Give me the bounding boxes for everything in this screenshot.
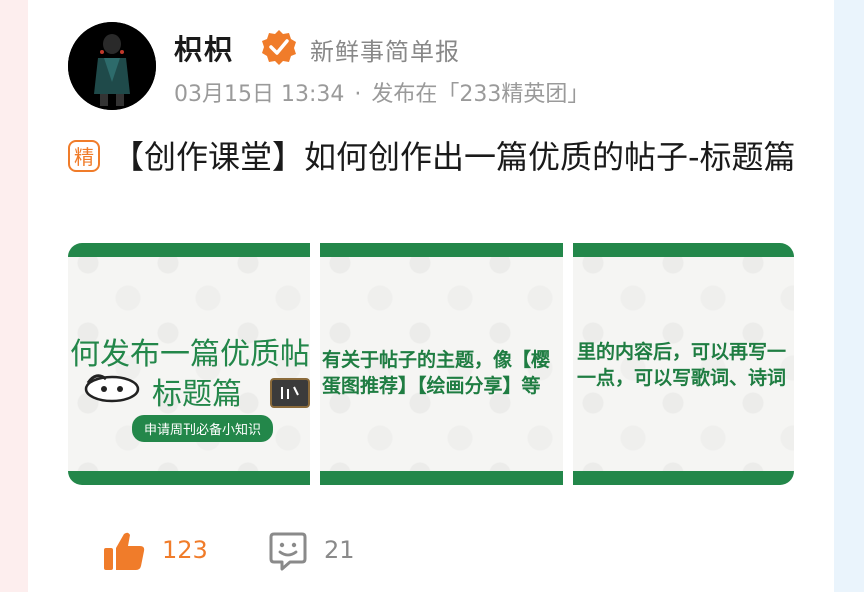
post-image-2[interactable]: 有关于帖子的主题，像【樱 蛋图推荐】【绘画分享】等 — [320, 243, 563, 485]
image-band-top — [573, 243, 794, 257]
meta-separator: · — [354, 82, 362, 107]
like-count[interactable]: 123 — [162, 536, 208, 564]
essence-badge: 精 — [68, 140, 100, 172]
image-1-pill: 申请周刊必备小知识 — [132, 415, 274, 442]
avatar-image — [68, 22, 156, 110]
image-band-bottom — [320, 471, 563, 485]
page: 枳枳 新鲜事简单报 03月15日 13:34 · 发布在「233精英团」 精【创作课… — [0, 0, 864, 592]
verified-badge-icon — [262, 30, 296, 65]
avatar[interactable] — [68, 22, 156, 110]
author-name[interactable]: 枳枳 — [174, 28, 234, 68]
post-circle[interactable]: 发布在「233精英团」 — [371, 82, 589, 107]
right-edge — [834, 0, 864, 592]
chalkboard-icon — [270, 378, 310, 408]
post-image-3[interactable]: 里的内容后，可以再写一 一点，可以写歌词、诗词 — [573, 243, 794, 485]
image-2-line-1: 有关于帖子的主题，像【樱 — [322, 349, 551, 371]
image-1-line-2: 标题篇 — [152, 377, 242, 412]
author-title: 新鲜事简单报 — [310, 38, 460, 66]
image-gallery: 何发布一篇优质帖 标题篇 申请周刊必备小知识 有关于帖子的主题，像【樱 蛋图推荐… — [68, 243, 794, 485]
post-meta: 03月15日 13:34 · 发布在「233精英团」 — [174, 76, 589, 108]
image-3-line-1: 里的内容后，可以再写一 — [577, 341, 787, 363]
comment-count[interactable]: 21 — [324, 536, 355, 564]
image-band-bottom — [68, 471, 310, 485]
mascot-icon — [84, 374, 140, 403]
image-3-line-2: 一点，可以写歌词、诗词 — [577, 367, 787, 389]
like-icon[interactable] — [102, 530, 146, 572]
image-band-top — [68, 243, 310, 257]
post-date: 03月15日 13:34 — [174, 82, 345, 107]
image-band-top — [320, 243, 563, 257]
comment-icon[interactable] — [268, 530, 308, 572]
post-title-text: 【创作课堂】如何创作出一篇优质的帖子-标题篇 — [112, 138, 796, 176]
image-2-line-2: 蛋图推荐】【绘画分享】等 — [322, 375, 541, 397]
post-image-1[interactable]: 何发布一篇优质帖 标题篇 申请周刊必备小知识 — [68, 243, 310, 485]
image-1-line-1: 何发布一篇优质帖 — [70, 337, 310, 372]
post-card[interactable]: 枳枳 新鲜事简单报 03月15日 13:34 · 发布在「233精英团」 精【创作课… — [28, 0, 834, 592]
post-title[interactable]: 精【创作课堂】如何创作出一篇优质的帖子-标题篇 — [68, 134, 808, 180]
image-band-bottom — [573, 471, 794, 485]
left-edge — [0, 0, 28, 592]
